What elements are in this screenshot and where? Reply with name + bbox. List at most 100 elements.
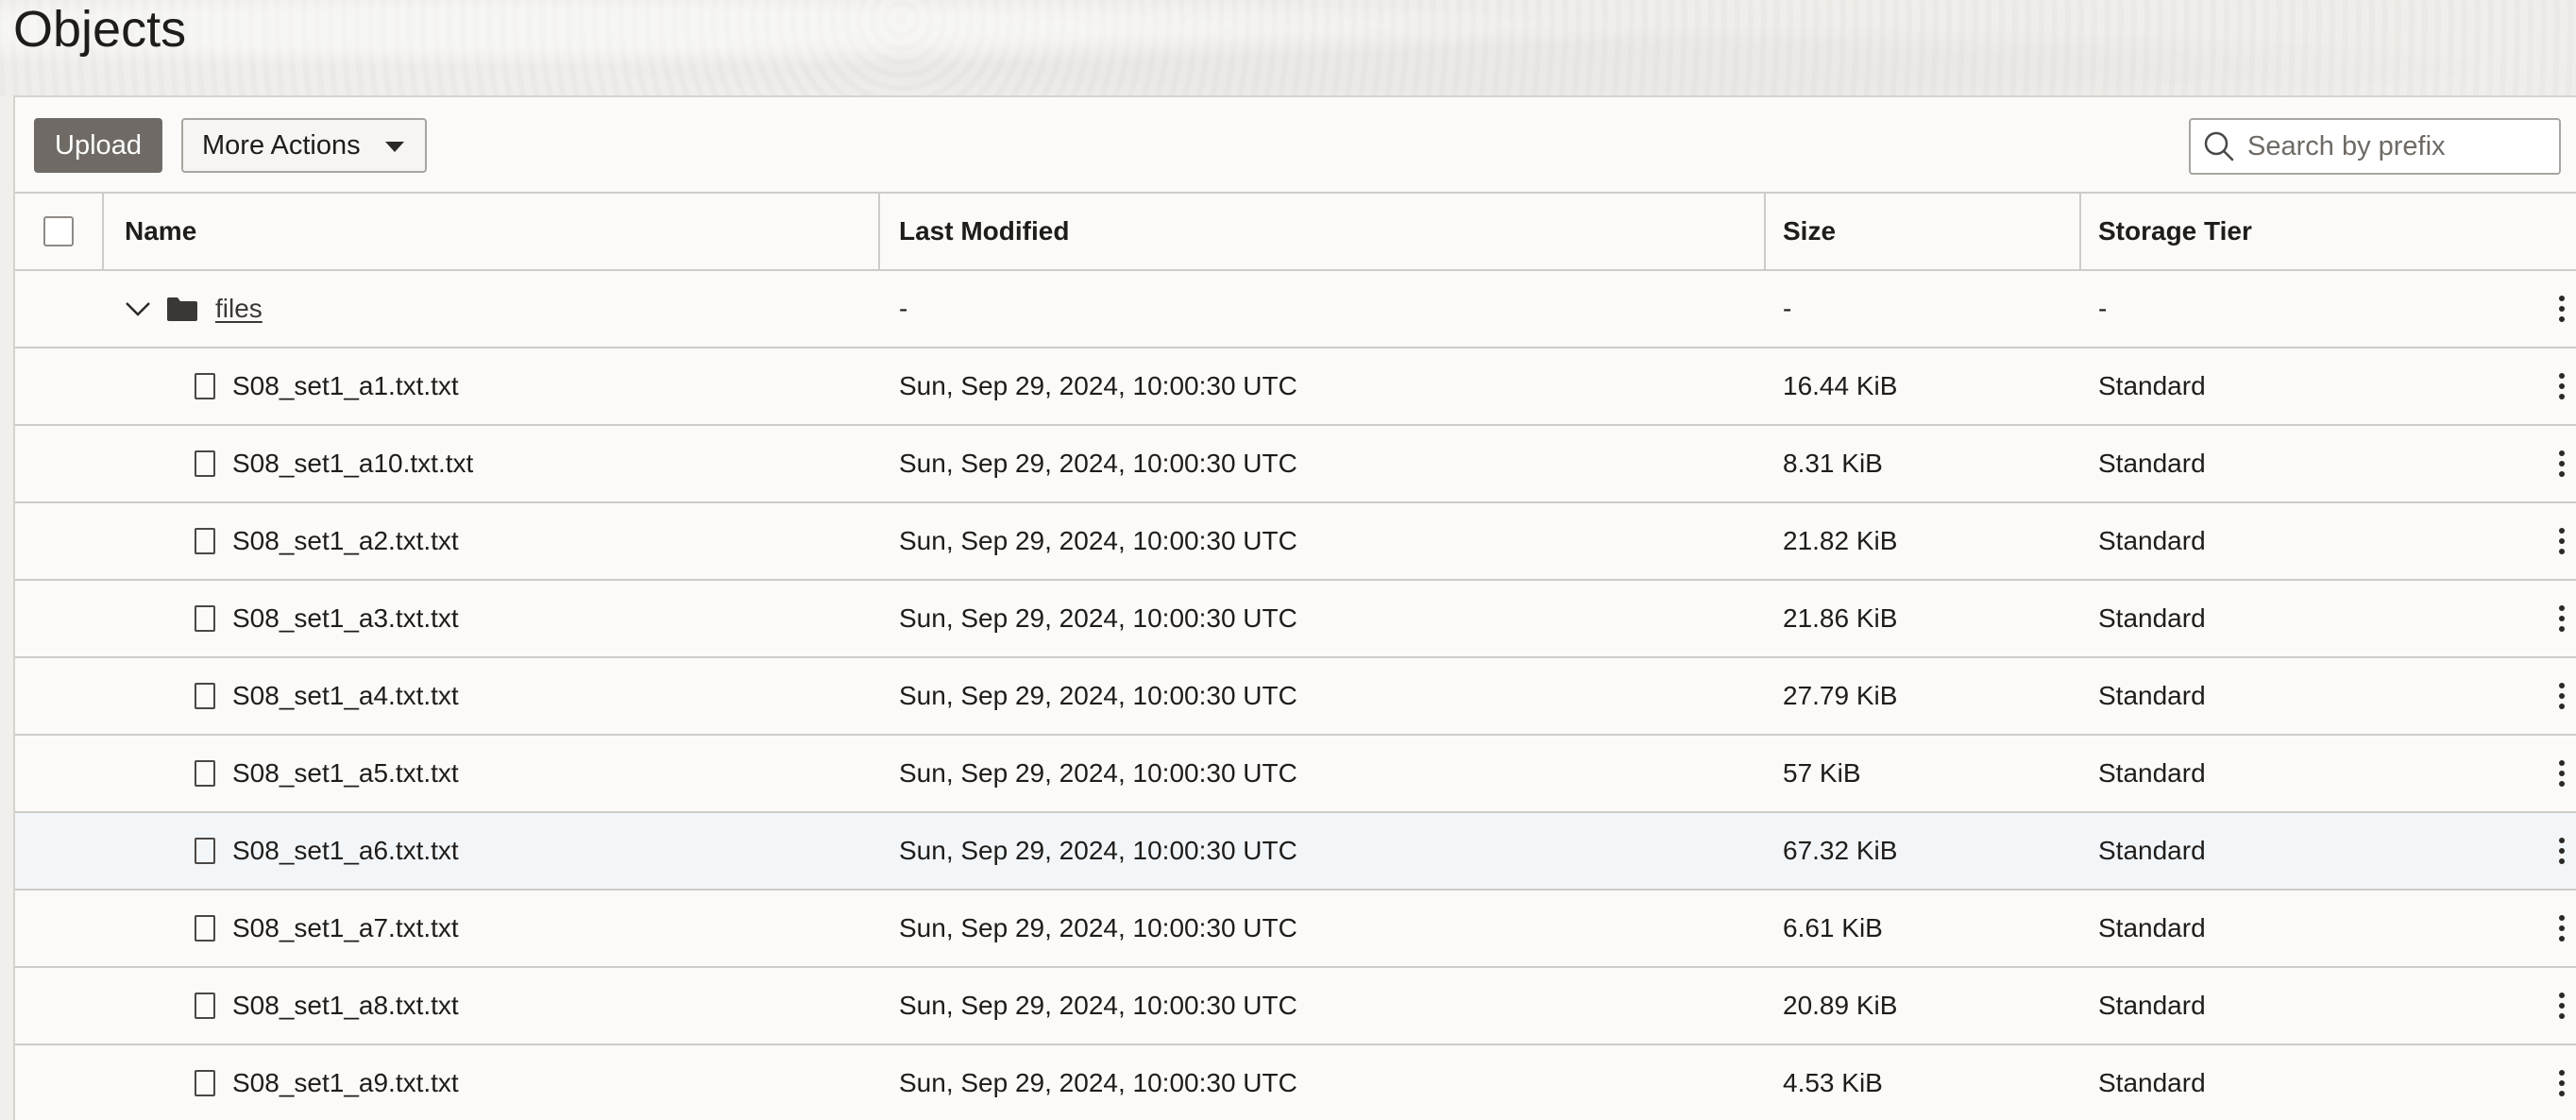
search-input[interactable] [2247,130,2550,162]
row-actions-menu[interactable] [2555,736,2576,811]
table-header: Name Last Modified Size Storage Tier [15,194,2576,271]
object-storage-tier: Standard [2098,913,2206,942]
search-box[interactable] [2189,118,2561,175]
column-header-size[interactable]: Size [1783,194,1836,269]
folder-link[interactable]: files [215,294,263,324]
kebab-menu-icon [2559,838,2565,864]
row-actions-menu[interactable] [2555,1045,2576,1120]
object-storage-tier: Standard [2098,449,2206,478]
file-icon [195,683,215,709]
column-header-storage-tier[interactable]: Storage Tier [2098,194,2252,269]
object-size: 27.79 KiB [1783,681,1898,710]
object-name[interactable]: S08_set1_a5.txt.txt [232,758,459,789]
kebab-menu-icon [2559,993,2565,1019]
table-row[interactable]: S08_set1_a7.txt.txt Sun, Sep 29, 2024, 10… [15,891,2576,968]
object-storage-tier: Standard [2098,371,2206,400]
kebab-menu-icon [2559,683,2565,709]
object-name[interactable]: S08_set1_a3.txt.txt [232,603,459,634]
row-actions-menu[interactable] [2555,968,2576,1044]
object-storage-tier: Standard [2098,526,2206,555]
object-name[interactable]: S08_set1_a7.txt.txt [232,913,459,943]
objects-panel: Upload More Actions Name Last Modified [13,95,2576,1120]
row-actions-menu[interactable] [2555,426,2576,501]
more-actions-label: More Actions [202,129,361,161]
folder-row[interactable]: files - - - [15,271,2576,348]
table-row[interactable]: S08_set1_a1.txt.txt Sun, Sep 29, 2024, 10… [15,348,2576,426]
row-actions-menu[interactable] [2555,813,2576,889]
table-row[interactable]: S08_set1_a3.txt.txt Sun, Sep 29, 2024, 10… [15,581,2576,658]
file-icon [195,1070,215,1096]
page-title: Objects [13,1,187,58]
more-actions-button[interactable]: More Actions [181,118,427,173]
object-last-modified: Sun, Sep 29, 2024, 10:00:30 UTC [899,603,1297,633]
column-header-last-modified[interactable]: Last Modified [899,194,1069,269]
object-size: 20.89 KiB [1783,991,1898,1020]
object-name[interactable]: S08_set1_a2.txt.txt [232,526,459,556]
folder-name-cell: files [125,271,263,347]
file-icon [195,993,215,1019]
file-icon [195,528,215,554]
folder-size: - [1783,294,1792,323]
kebab-menu-icon [2559,528,2565,554]
object-size: 16.44 KiB [1783,371,1898,400]
row-actions-menu[interactable] [2555,271,2576,347]
file-icon [195,915,215,942]
page-header-background [0,0,2576,96]
object-size: 21.82 KiB [1783,526,1898,555]
chevron-down-icon[interactable] [123,294,153,324]
table-row[interactable]: S08_set1_a6.txt.txt Sun, Sep 29, 2024, 10… [15,813,2576,891]
column-header-name[interactable]: Name [125,194,196,269]
table-row[interactable]: S08_set1_a2.txt.txt Sun, Sep 29, 2024, 10… [15,503,2576,581]
object-name-cell: S08_set1_a5.txt.txt [125,736,459,811]
object-name-cell: S08_set1_a3.txt.txt [125,581,459,656]
object-last-modified: Sun, Sep 29, 2024, 10:00:30 UTC [899,758,1297,788]
object-name[interactable]: S08_set1_a6.txt.txt [232,836,459,866]
object-name-cell: S08_set1_a7.txt.txt [125,891,459,966]
object-name-cell: S08_set1_a6.txt.txt [125,813,459,889]
folder-icon [166,296,198,322]
kebab-menu-icon [2559,1070,2565,1096]
kebab-menu-icon [2559,915,2565,942]
table-row[interactable]: S08_set1_a9.txt.txt Sun, Sep 29, 2024, 10… [15,1045,2576,1120]
table-row[interactable]: S08_set1_a10.txt.txt Sun, Sep 29, 2024, 1… [15,426,2576,503]
object-name-cell: S08_set1_a1.txt.txt [125,348,459,424]
table-row[interactable]: S08_set1_a4.txt.txt Sun, Sep 29, 2024, 10… [15,658,2576,736]
row-actions-menu[interactable] [2555,581,2576,656]
kebab-menu-icon [2559,373,2565,399]
kebab-menu-icon [2559,296,2565,322]
object-size: 6.61 KiB [1783,913,1883,942]
row-actions-menu[interactable] [2555,891,2576,966]
upload-button[interactable]: Upload [34,118,162,173]
table-row[interactable]: S08_set1_a8.txt.txt Sun, Sep 29, 2024, 10… [15,968,2576,1045]
row-actions-menu[interactable] [2555,503,2576,579]
object-last-modified: Sun, Sep 29, 2024, 10:00:30 UTC [899,526,1297,555]
column-divider [2079,194,2081,269]
file-icon [195,605,215,632]
object-storage-tier: Standard [2098,836,2206,865]
objects-table: Name Last Modified Size Storage Tier fil… [15,194,2576,1120]
kebab-menu-icon [2559,760,2565,787]
object-last-modified: Sun, Sep 29, 2024, 10:00:30 UTC [899,991,1297,1020]
object-storage-tier: Standard [2098,991,2206,1020]
select-all-checkbox[interactable] [43,216,74,246]
object-name[interactable]: S08_set1_a10.txt.txt [232,449,473,479]
object-name-cell: S08_set1_a8.txt.txt [125,968,459,1044]
object-last-modified: Sun, Sep 29, 2024, 10:00:30 UTC [899,1068,1297,1097]
object-storage-tier: Standard [2098,603,2206,633]
object-name[interactable]: S08_set1_a1.txt.txt [232,371,459,401]
object-name[interactable]: S08_set1_a8.txt.txt [232,991,459,1021]
object-name[interactable]: S08_set1_a9.txt.txt [232,1068,459,1098]
folder-storage-tier: - [2098,294,2108,323]
object-name-cell: S08_set1_a2.txt.txt [125,503,459,579]
table-row[interactable]: S08_set1_a5.txt.txt Sun, Sep 29, 2024, 10… [15,736,2576,813]
object-name-cell: S08_set1_a4.txt.txt [125,658,459,734]
object-size: 21.86 KiB [1783,603,1898,633]
object-name-cell: S08_set1_a9.txt.txt [125,1045,459,1120]
object-name[interactable]: S08_set1_a4.txt.txt [232,681,459,711]
object-size: 57 KiB [1783,758,1861,788]
column-divider [878,194,880,269]
file-icon [195,760,215,787]
object-storage-tier: Standard [2098,1068,2206,1097]
row-actions-menu[interactable] [2555,348,2576,424]
row-actions-menu[interactable] [2555,658,2576,734]
